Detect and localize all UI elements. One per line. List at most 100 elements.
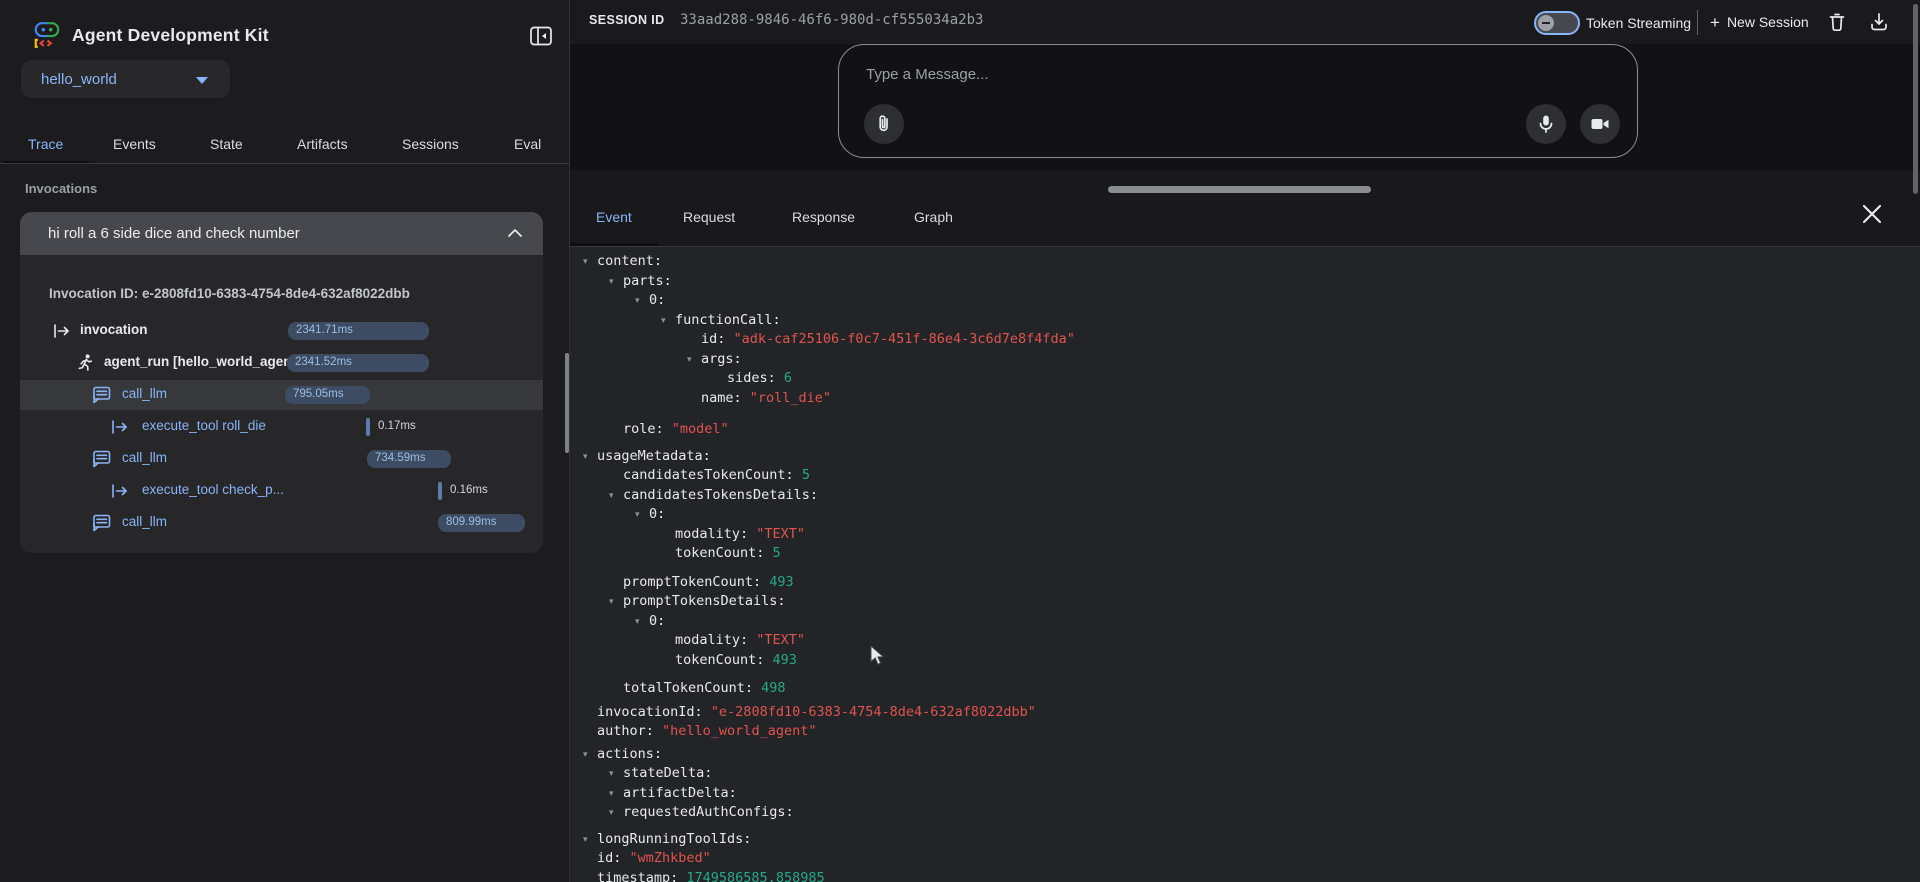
sidebar-scrollbar-thumb[interactable] <box>565 353 569 453</box>
collapse-triangle-icon[interactable]: ▾ <box>635 613 649 632</box>
json-key: artifactDelta: <box>623 785 737 801</box>
json-node[interactable]: ▾role: "model" <box>609 420 1903 440</box>
tab-events[interactable]: Events <box>113 136 156 152</box>
message-input[interactable] <box>838 44 1638 158</box>
collapse-triangle-icon[interactable]: ▾ <box>609 804 623 823</box>
tab-event[interactable]: Event <box>596 209 632 225</box>
json-node[interactable]: ▾stateDelta: <box>609 764 1903 784</box>
json-node[interactable]: ▾0: <box>635 291 1903 311</box>
tab-state[interactable]: State <box>210 136 243 152</box>
left-sidebar: Agent Development Kit hello_world Trace … <box>0 0 570 882</box>
tab-artifacts[interactable]: Artifacts <box>297 136 348 152</box>
json-node[interactable]: ▾longRunningToolIds: <box>583 830 1903 850</box>
collapse-triangle-icon[interactable]: ▾ <box>609 487 623 506</box>
json-key: author: <box>597 723 654 739</box>
token-streaming-toggle[interactable] <box>1534 11 1580 35</box>
json-node[interactable]: ▾invocationId: "e-2808fd10-6383-4754-8de… <box>583 703 1903 723</box>
collapse-triangle-icon[interactable]: ▾ <box>583 448 597 467</box>
json-node[interactable]: ▾actions: <box>583 745 1903 765</box>
json-node[interactable]: ▾name: "roll_die" <box>687 389 1903 409</box>
duration-label: 0.17ms <box>378 420 416 432</box>
json-node[interactable]: ▾functionCall: <box>661 311 1903 331</box>
chevron-up-icon[interactable] <box>507 227 523 239</box>
llm-chat-icon <box>92 385 112 405</box>
json-node[interactable]: ▾parts: <box>609 272 1903 292</box>
collapse-triangle-icon[interactable]: ▾ <box>583 746 597 765</box>
json-node[interactable]: ▾candidatesTokensDetails: <box>609 486 1903 506</box>
json-node[interactable]: ▾id: "adk-caf25106-f0c7-451f-86e4-3c6d7e… <box>687 330 1903 350</box>
json-node[interactable]: ▾tokenCount: 5 <box>661 544 1903 564</box>
new-session-button[interactable]: +New Session <box>1710 13 1809 33</box>
horizontal-scrollbar-thumb[interactable] <box>1108 186 1371 193</box>
json-key: parts: <box>623 273 672 289</box>
collapse-triangle-icon[interactable]: ▾ <box>687 351 701 370</box>
trace-span-row[interactable]: call_llm809.99ms <box>20 508 543 538</box>
json-node[interactable]: ▾author: "hello_world_agent" <box>583 722 1903 742</box>
trace-span-row[interactable]: agent_run [hello_world_agent]2341.52ms <box>20 348 543 378</box>
json-key: longRunningToolIds: <box>597 831 751 847</box>
trace-span-label: execute_tool roll_die <box>142 418 266 433</box>
agent-select-value: hello_world <box>41 71 117 88</box>
export-session-button[interactable] <box>1868 11 1890 33</box>
tab-trace[interactable]: Trace <box>28 136 63 152</box>
agent-select-dropdown[interactable]: hello_world <box>21 60 230 98</box>
sidebar-collapse-icon[interactable] <box>529 24 553 48</box>
invocation-card-header[interactable]: hi roll a 6 side dice and check number <box>20 212 543 255</box>
json-node[interactable]: ▾modality: "TEXT" <box>661 631 1903 651</box>
trace-span-label: call_llm <box>122 386 167 401</box>
delete-session-button[interactable] <box>1826 11 1848 33</box>
json-node[interactable]: ▾requestedAuthConfigs: <box>609 803 1903 823</box>
json-node[interactable]: ▾0: <box>635 612 1903 632</box>
collapse-triangle-icon[interactable]: ▾ <box>609 593 623 612</box>
trace-span-row[interactable]: execute_tool roll_die 0.17ms <box>20 412 543 442</box>
trace-span-row[interactable]: call_llm795.05ms <box>20 380 543 410</box>
json-node[interactable]: ▾timestamp: 1749586585.858985 <box>583 869 1903 882</box>
collapse-triangle-icon[interactable]: ▾ <box>661 312 675 331</box>
collapse-triangle-icon[interactable]: ▾ <box>609 785 623 804</box>
json-value: "roll_die" <box>742 390 831 406</box>
json-node[interactable]: ▾modality: "TEXT" <box>661 525 1903 545</box>
collapse-triangle-icon[interactable]: ▾ <box>609 765 623 784</box>
tab-request[interactable]: Request <box>683 209 735 225</box>
page-scrollbar-thumb[interactable] <box>1913 4 1918 194</box>
tab-graph[interactable]: Graph <box>914 209 953 225</box>
json-key: role: <box>623 421 664 437</box>
collapse-triangle-icon[interactable]: ▾ <box>583 831 597 850</box>
json-node[interactable]: ▾content: <box>583 252 1903 272</box>
json-node[interactable]: ▾candidatesTokenCount: 5 <box>609 466 1903 486</box>
tab-response[interactable]: Response <box>792 209 855 225</box>
duration-label: 809.99ms <box>446 516 525 528</box>
json-node[interactable]: ▾artifactDelta: <box>609 784 1903 804</box>
json-node[interactable]: ▾usageMetadata: <box>583 447 1903 467</box>
collapse-triangle-icon[interactable]: ▾ <box>635 292 649 311</box>
videocam-icon <box>1589 113 1611 135</box>
paperclip-icon <box>873 113 895 135</box>
json-node[interactable]: ▾tokenCount: 493 <box>661 651 1903 671</box>
header-divider <box>1697 10 1698 35</box>
json-node[interactable]: ▾args: <box>687 350 1903 370</box>
json-node[interactable]: ▾totalTokenCount: 498 <box>609 679 1903 699</box>
close-detail-panel-button[interactable] <box>1860 202 1884 226</box>
video-button[interactable] <box>1580 104 1620 144</box>
mouse-cursor <box>870 645 886 667</box>
collapse-triangle-icon[interactable]: ▾ <box>609 273 623 292</box>
collapse-triangle-icon[interactable]: ▾ <box>583 253 597 272</box>
json-key: args: <box>701 351 742 367</box>
trace-span-row[interactable]: call_llm734.59ms <box>20 444 543 474</box>
duration-label: 2341.52ms <box>295 356 429 368</box>
invocation-id: Invocation ID: e-2808fd10-6383-4754-8de4… <box>49 286 410 301</box>
trace-span-row[interactable]: execute_tool check_p...0.16ms <box>20 476 543 506</box>
json-key: sides: <box>727 370 776 386</box>
tab-sessions[interactable]: Sessions <box>402 136 459 152</box>
json-node[interactable]: ▾promptTokensDetails: <box>609 592 1903 612</box>
json-node[interactable]: ▾sides: 6 <box>713 369 1903 389</box>
collapse-triangle-icon[interactable]: ▾ <box>635 506 649 525</box>
tab-eval[interactable]: Eval <box>514 136 541 152</box>
microphone-button[interactable] <box>1526 104 1566 144</box>
trace-span-row[interactable]: invocation2341.71ms <box>20 316 543 346</box>
agent-run-icon <box>75 353 95 373</box>
json-node[interactable]: ▾0: <box>635 505 1903 525</box>
attach-file-button[interactable] <box>864 104 904 144</box>
json-node[interactable]: ▾promptTokenCount: 493 <box>609 573 1903 593</box>
json-node[interactable]: ▾id: "wmZhkbed" <box>583 849 1903 869</box>
